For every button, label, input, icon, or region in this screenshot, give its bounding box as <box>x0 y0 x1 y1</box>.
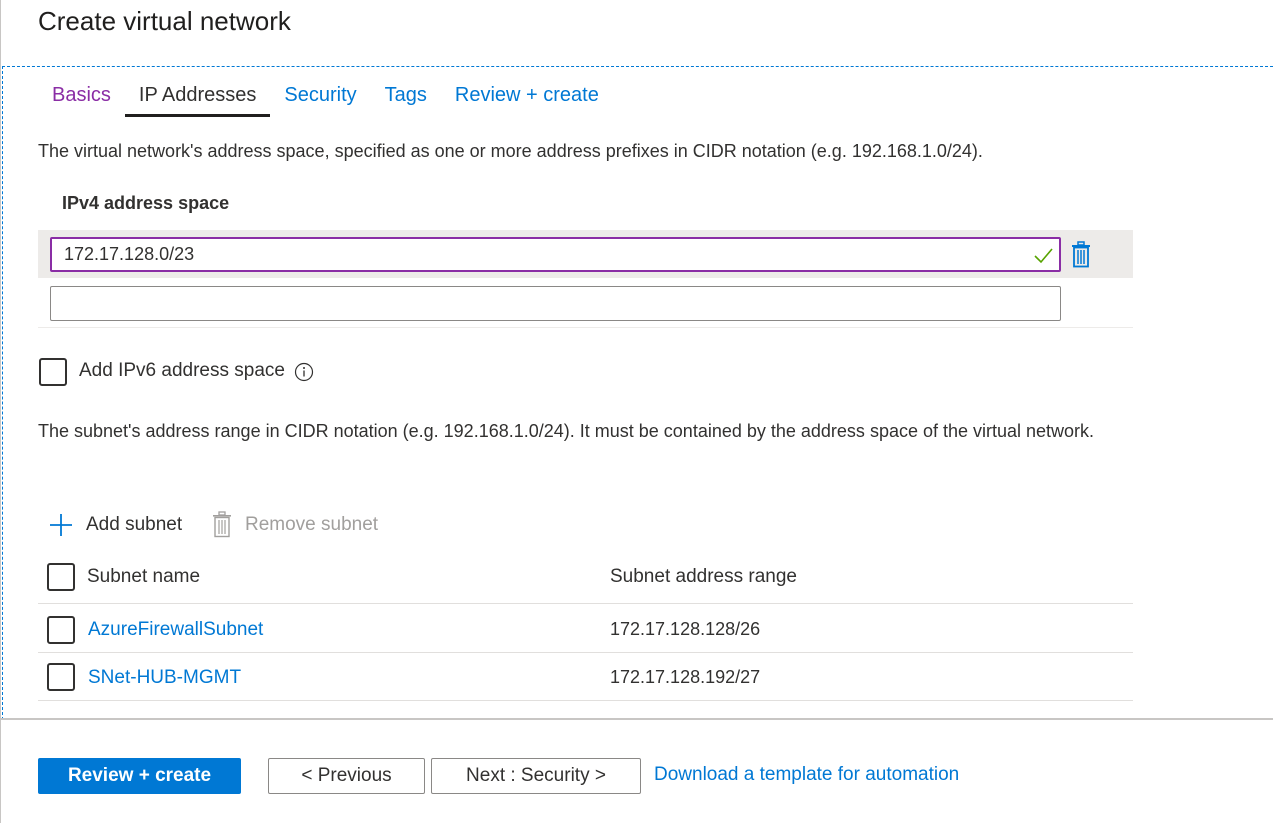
left-border <box>0 0 1 823</box>
plus-icon <box>50 514 72 536</box>
tab-basics[interactable]: Basics <box>38 80 125 117</box>
next-security-button[interactable]: Next : Security > <box>431 758 641 794</box>
page-title: Create virtual network <box>38 6 291 36</box>
tab-tags[interactable]: Tags <box>371 80 441 117</box>
table-header-divider <box>38 603 1133 604</box>
column-header-subnet-range: Subnet address range <box>610 566 797 587</box>
add-ipv6-checkbox[interactable] <box>39 358 67 386</box>
add-ipv6-label: Add IPv6 address space <box>79 360 285 381</box>
table-row-divider <box>38 700 1133 701</box>
subnet-range-value: 172.17.128.192/27 <box>610 667 761 687</box>
info-icon[interactable] <box>294 362 314 382</box>
ipv4-address-space-label: IPv4 address space <box>62 193 230 213</box>
tab-bar: Basics IP Addresses Security Tags Review… <box>38 80 613 118</box>
subnet-row-checkbox[interactable] <box>47 616 75 644</box>
subnet-name-link[interactable]: AzureFirewallSubnet <box>88 619 263 641</box>
focus-outline-left <box>2 66 3 720</box>
new-ipv4-address-input[interactable] <box>50 286 1061 321</box>
tab-ip-addresses[interactable]: IP Addresses <box>124 80 271 117</box>
subnet-range-value: 172.17.128.128/26 <box>610 619 761 639</box>
add-subnet-button[interactable]: Add subnet <box>48 511 182 539</box>
download-template-link[interactable]: Download a template for automation <box>654 764 959 786</box>
trash-icon <box>213 511 231 538</box>
select-all-subnets-checkbox[interactable] <box>47 563 75 591</box>
add-subnet-label: Add subnet <box>86 514 183 535</box>
address-space-description: The virtual network's address space, spe… <box>38 141 983 161</box>
footer-divider <box>0 718 1273 720</box>
checkmark-icon <box>1034 248 1053 264</box>
tab-review-create[interactable]: Review + create <box>441 80 613 117</box>
column-header-subnet-name: Subnet name <box>87 566 201 587</box>
ipv4-address-input[interactable] <box>50 237 1061 272</box>
previous-button[interactable]: < Previous <box>268 758 425 794</box>
table-row-divider <box>38 652 1133 653</box>
subnet-row-checkbox[interactable] <box>47 663 75 691</box>
tab-security[interactable]: Security <box>270 80 370 117</box>
subnet-name-link[interactable]: SNet-HUB-MGMT <box>88 667 241 689</box>
subnet-description: The subnet's address range in CIDR notat… <box>38 421 1095 441</box>
remove-subnet-button[interactable]: Remove subnet <box>211 511 378 539</box>
delete-address-icon[interactable] <box>1070 241 1092 269</box>
address-rows-divider <box>38 327 1133 328</box>
focus-outline-top <box>2 66 1273 67</box>
remove-subnet-label: Remove subnet <box>245 514 379 535</box>
review-create-button[interactable]: Review + create <box>38 758 241 794</box>
